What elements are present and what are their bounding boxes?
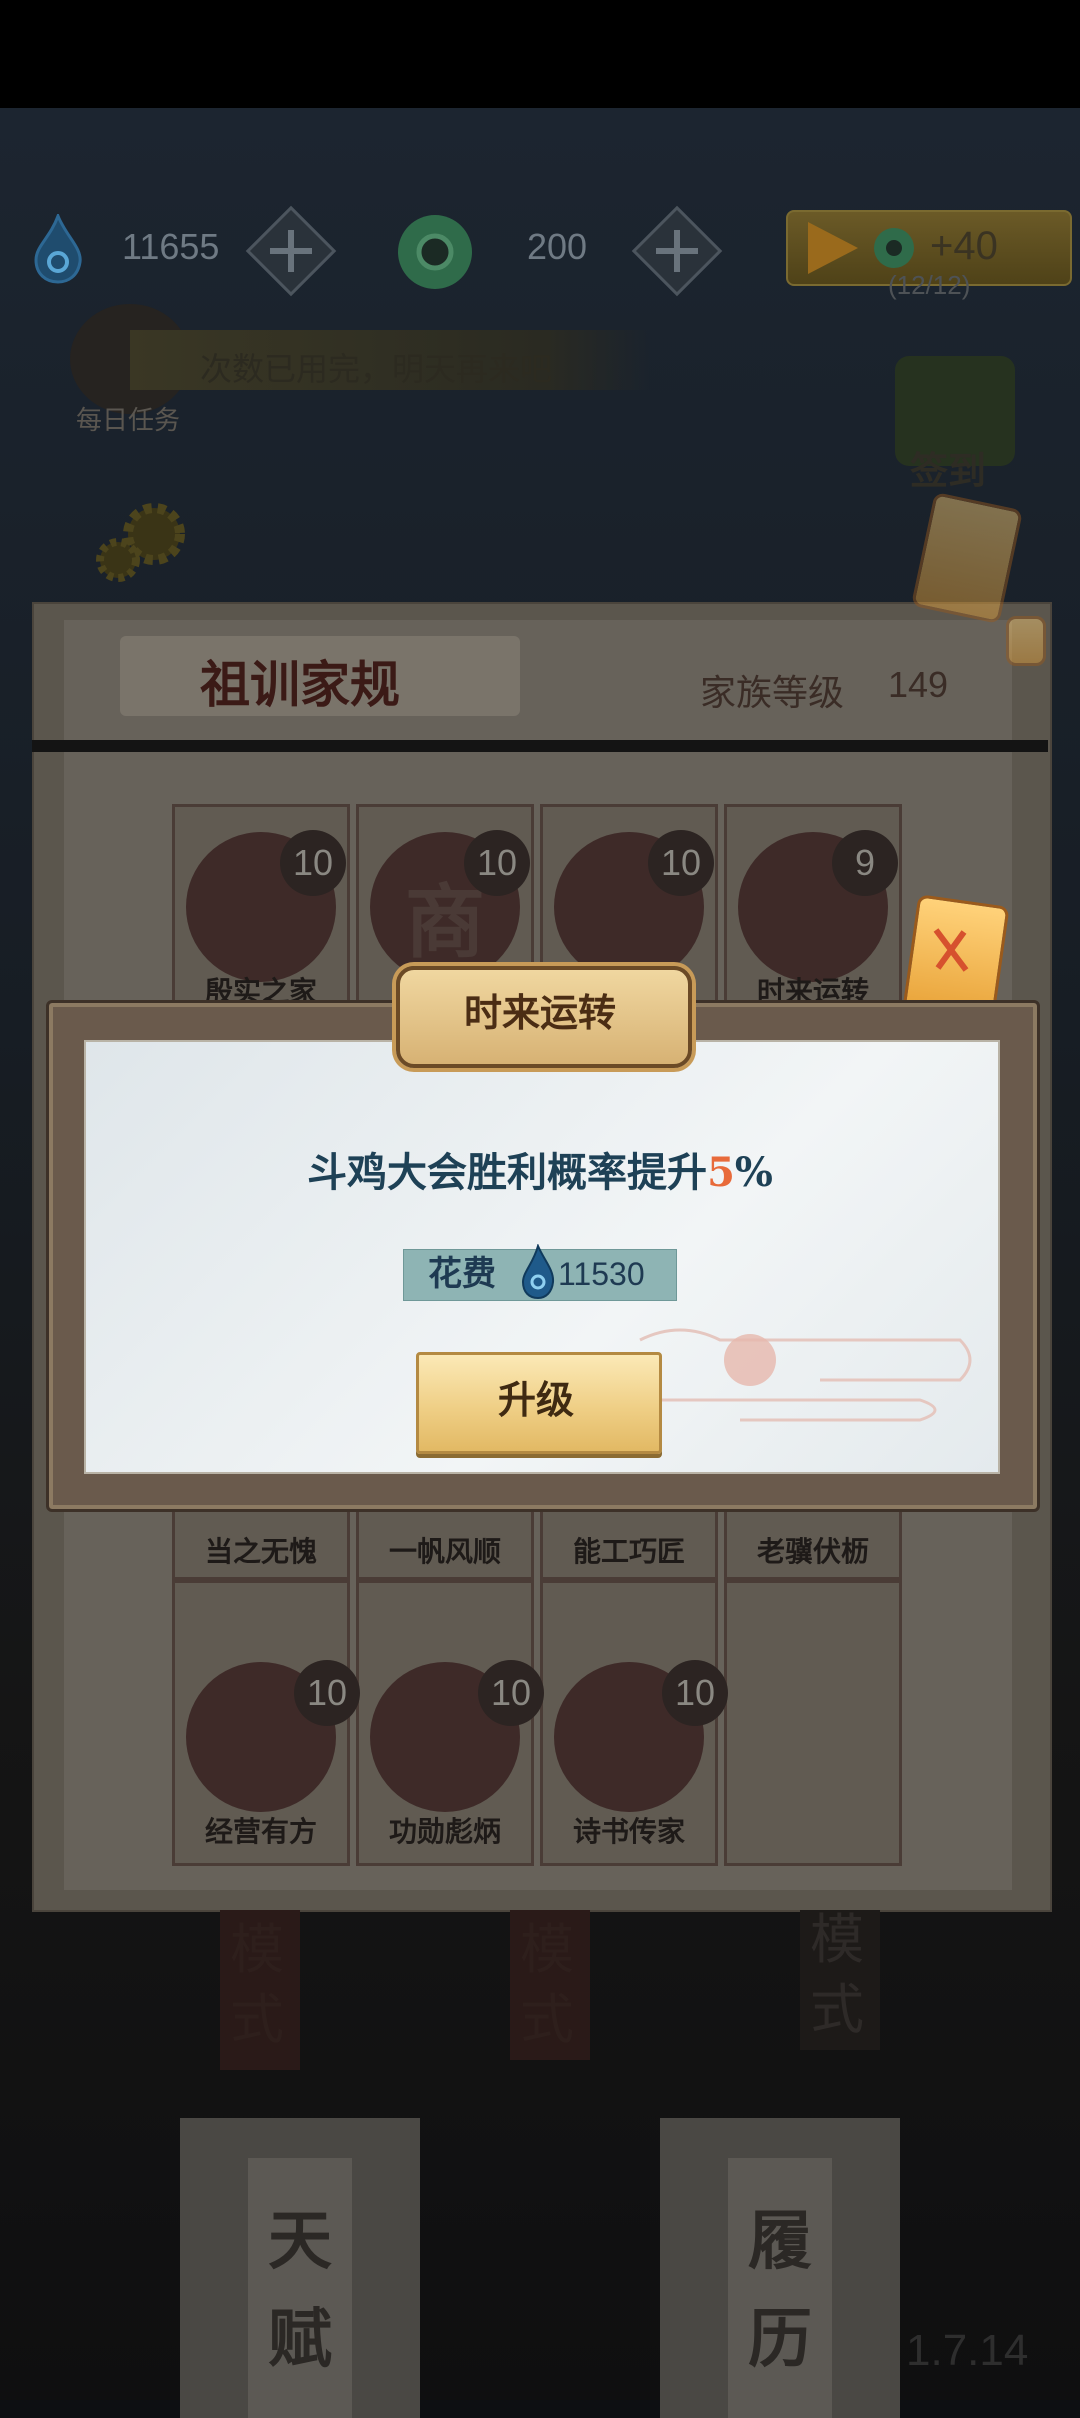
status-bar-area	[0, 0, 1080, 108]
resume-char-1: 履	[748, 2204, 812, 2279]
description-text: 斗鸡大会胜利概率提升	[307, 1149, 708, 1196]
family-level-value: 149	[888, 664, 949, 705]
modal-title: 时来运转	[463, 990, 616, 1035]
skill-name-10: 功勋彪炳	[388, 1815, 501, 1848]
skill-level-3: 10	[648, 830, 714, 896]
scroll-bar-divider	[32, 740, 1048, 752]
cost-value: 11530	[558, 1256, 645, 1292]
skill-level-4: 9	[832, 830, 898, 896]
cost-label: 花费	[428, 1254, 496, 1294]
skill-name-5: 当之无愧	[204, 1535, 317, 1568]
skill-level-11: 10	[662, 1660, 728, 1726]
skill-name-6: 一帆风顺	[388, 1535, 501, 1568]
skill-level-10: 10	[478, 1660, 544, 1726]
talent-char-1: 天	[268, 2204, 332, 2279]
upgrade-button-label[interactable]: 升级	[416, 1352, 656, 1448]
lantern-small-icon	[1006, 616, 1046, 666]
mode-tab-2-label: 模式	[520, 1918, 574, 2051]
skill-name-11: 诗书传家	[572, 1815, 685, 1848]
mode-tab-1-label: 模式	[230, 1918, 284, 2051]
settings-gear-icon[interactable]	[84, 494, 194, 594]
video-reward-amount: +40	[930, 224, 998, 268]
resume-char-2: 历	[748, 2302, 812, 2377]
play-icon	[808, 222, 858, 274]
version-label: 1.7.14	[906, 2326, 1029, 2375]
cloud-decoration	[620, 1300, 980, 1440]
upgrade-description: 斗鸡大会胜利概率提升5%	[84, 1140, 996, 1198]
water-drop-icon	[520, 1242, 556, 1300]
skill-level-9: 10	[294, 1660, 360, 1726]
mode-tab-3-label: 模式	[810, 1908, 864, 2041]
video-count: (12/12)	[888, 270, 971, 300]
daily-task-label: 每日任务	[76, 406, 181, 436]
description-suffix: %	[734, 1149, 773, 1196]
signin-label: 签到	[910, 448, 987, 493]
skill-cell-12	[724, 1580, 902, 1866]
lantern-mark-icon	[914, 910, 994, 1000]
panel-title: 祖训家规	[200, 655, 400, 714]
water-drop-currency-icon	[32, 211, 84, 284]
notice-text: 次数已用完，明天再来吧	[200, 350, 553, 388]
talent-char-2: 赋	[268, 2302, 332, 2377]
skill-level-1: 10	[280, 830, 346, 896]
family-level-label: 家族等级	[700, 673, 845, 714]
currency2-amount: 200	[527, 226, 588, 267]
description-highlight: 5	[707, 1149, 735, 1196]
currency1-amount: 11655	[122, 226, 220, 267]
coin-currency-icon	[395, 212, 475, 292]
skill-name-9: 经营有方	[204, 1815, 317, 1848]
skill-level-2: 10	[464, 830, 530, 896]
skill-name-7: 能工巧匠	[572, 1535, 685, 1568]
coin-small-icon	[874, 228, 914, 268]
skill-name-8: 老骥伏枥	[756, 1535, 869, 1568]
